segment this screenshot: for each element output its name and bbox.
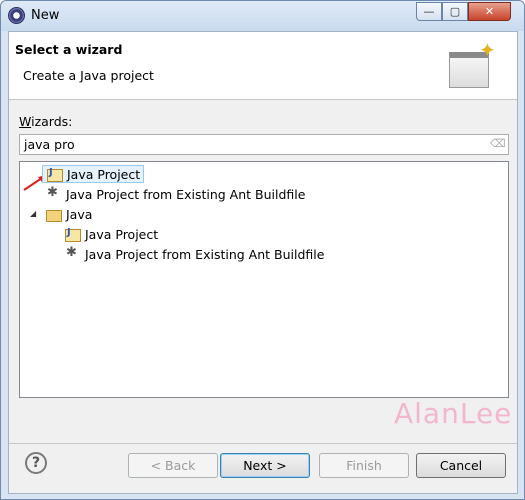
tree-item-label: Java Project from Existing Ant Buildfile (66, 186, 306, 202)
clear-filter-icon[interactable]: ⌫ (490, 138, 506, 150)
expand-arrow-icon[interactable]: ◢ (30, 204, 40, 224)
ant-icon (64, 245, 80, 262)
ant-icon (45, 185, 61, 202)
tree-item-ant-buildfile-nested[interactable]: Java Project from Existing Ant Buildfile (64, 244, 324, 264)
finish-button[interactable]: Finish (319, 453, 409, 478)
tree-item-label: Java Project from Existing Ant Buildfile (85, 246, 325, 262)
back-button[interactable]: < Back (128, 453, 218, 478)
header-title: Select a wizard (15, 42, 123, 57)
tree-item-java-project-nested[interactable]: Java Project (64, 224, 158, 244)
close-button[interactable]: ✕ (468, 2, 511, 21)
eclipse-icon (8, 7, 25, 24)
wizard-header: Select a wizard Create a Java project ✦ (9, 32, 517, 100)
cancel-button[interactable]: Cancel (416, 453, 506, 478)
minimize-button[interactable]: — (416, 2, 442, 21)
wizard-banner-icon: ✦ (449, 40, 496, 90)
tree-category-java[interactable]: Java (45, 204, 92, 224)
tree-item-label: Java Project (85, 226, 159, 242)
button-bar-divider (9, 443, 517, 444)
tree-item-label: Java (66, 206, 93, 222)
folder-icon (45, 206, 62, 222)
next-button[interactable]: Next > (220, 453, 310, 478)
maximize-button[interactable]: ▢ (442, 2, 468, 21)
help-icon[interactable]: ? (25, 452, 47, 474)
filter-text: java pro (24, 137, 75, 152)
java-project-icon (46, 166, 63, 182)
watermark: AlanLee (394, 397, 513, 430)
title-bar[interactable]: New — ▢ ✕ (1, 1, 524, 31)
dialog-content: Select a wizard Create a Java project ✦ … (8, 31, 518, 494)
tree-item-java-project[interactable]: Java Project (42, 164, 145, 184)
wizard-tree[interactable]: Java Project Java Project from Existing … (19, 161, 509, 398)
java-project-icon (64, 226, 81, 242)
tree-item-ant-buildfile[interactable]: Java Project from Existing Ant Buildfile (45, 184, 305, 204)
window-title: New (31, 8, 60, 23)
wizard-window: New — ▢ ✕ Select a wizard Create a Java … (0, 0, 525, 500)
header-subtitle: Create a Java project (23, 68, 154, 83)
wizards-label: Wizards: (19, 114, 73, 129)
tree-item-label: Java Project (67, 166, 141, 182)
wizard-filter-input[interactable]: java pro ⌫ (19, 134, 509, 155)
